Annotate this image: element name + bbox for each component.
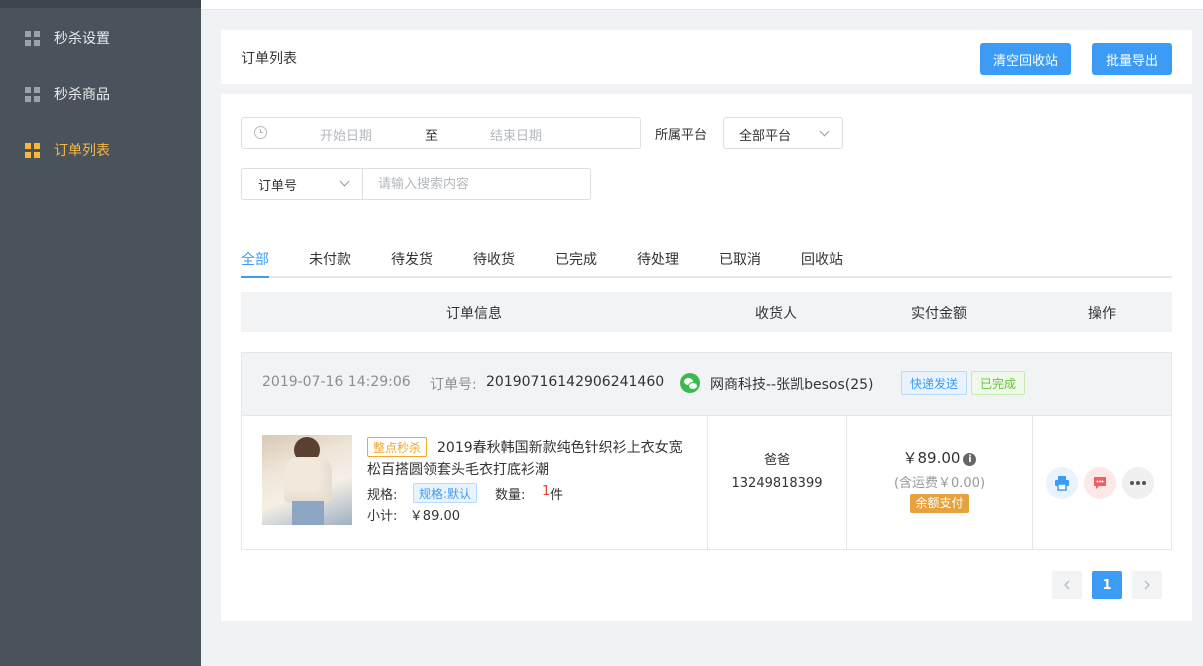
subtotal-label: 小计: bbox=[367, 509, 398, 524]
flash-sale-tag: 整点秒杀 bbox=[367, 437, 428, 457]
order-list-panel: 开始日期 至 结束日期 所属平台 全部平台 订单号 全部 未付款 待发货 待收货… bbox=[221, 94, 1192, 621]
clock-icon bbox=[254, 126, 267, 139]
quantity-label: 数量: bbox=[495, 488, 526, 503]
platform-select-value: 全部平台 bbox=[739, 129, 792, 144]
col-actions: 操作 bbox=[1088, 306, 1116, 322]
shipping-fee: (含运费￥0.00) bbox=[893, 476, 986, 491]
search-input[interactable] bbox=[364, 169, 590, 199]
prev-page-button[interactable] bbox=[1052, 571, 1082, 599]
batch-export-button[interactable]: 批量导出 bbox=[1092, 43, 1172, 75]
grid-icon bbox=[25, 86, 40, 102]
sidebar-top-strip bbox=[0, 0, 201, 8]
date-range-picker[interactable]: 开始日期 至 结束日期 bbox=[241, 117, 641, 149]
order-status-tabs: 全部 未付款 待发货 待收货 已完成 待处理 已取消 回收站 bbox=[241, 244, 1172, 278]
tab-cancelled[interactable]: 已取消 bbox=[719, 249, 761, 269]
receiver-name: 爸爸 bbox=[763, 453, 790, 468]
spec-value-tag: 规格:默认 bbox=[413, 483, 478, 503]
amount-cell: ￥89.00 i (含运费￥0.00) 余额支付 bbox=[847, 447, 1032, 513]
table-header: 订单信息 收货人 实付金额 操作 bbox=[241, 292, 1172, 332]
top-bar bbox=[201, 0, 1203, 10]
tab-recycle-bin[interactable]: 回收站 bbox=[801, 249, 843, 269]
tab-to-ship[interactable]: 待发货 bbox=[391, 249, 433, 269]
tab-all[interactable]: 全部 bbox=[241, 249, 269, 269]
next-page-button[interactable] bbox=[1132, 571, 1162, 599]
start-date-input[interactable]: 开始日期 bbox=[320, 125, 372, 144]
receiver-phone: 13249818399 bbox=[731, 476, 823, 491]
chevron-right-icon bbox=[1144, 580, 1150, 590]
subtotal: 小计: ￥89.00 bbox=[367, 505, 460, 524]
sidebar-item-label: 订单列表 bbox=[54, 143, 110, 159]
more-icon bbox=[1130, 481, 1146, 485]
sidebar-item-flash-settings[interactable]: 秒杀设置 bbox=[0, 16, 201, 60]
more-button[interactable] bbox=[1122, 467, 1154, 499]
order-time: 2019-07-16 14:29:06 bbox=[262, 374, 411, 390]
search-type-value: 订单号 bbox=[258, 179, 298, 194]
delivery-tag: 快递发送 bbox=[901, 371, 968, 395]
status-badge: 已完成 bbox=[971, 371, 1026, 395]
col-order-info: 订单信息 bbox=[446, 306, 502, 322]
spec-label: 规格: bbox=[367, 488, 398, 503]
payment-method-badge: 余额支付 bbox=[910, 494, 969, 513]
info-icon[interactable]: i bbox=[963, 453, 977, 466]
quantity-unit: 件 bbox=[550, 488, 564, 503]
grid-icon bbox=[25, 142, 40, 158]
tab-completed[interactable]: 已完成 bbox=[555, 249, 597, 269]
col-paid-amount: 实付金额 bbox=[911, 306, 967, 322]
date-range-separator: 至 bbox=[425, 129, 439, 144]
page-button-current[interactable]: 1 bbox=[1092, 571, 1122, 599]
paid-amount: ￥89.00 bbox=[902, 449, 961, 467]
chevron-down-icon bbox=[819, 126, 830, 137]
platform-select[interactable]: 全部平台 bbox=[723, 117, 843, 149]
message-icon bbox=[1094, 477, 1106, 489]
order-row-header: 2019-07-16 14:29:06 订单号: 201907161429062… bbox=[242, 353, 1171, 416]
tab-to-receive[interactable]: 待收货 bbox=[473, 249, 515, 269]
order-no: 20190716142906241460 bbox=[486, 374, 665, 390]
product-image[interactable] bbox=[262, 435, 352, 525]
grid-icon bbox=[25, 30, 40, 46]
tab-pending[interactable]: 待处理 bbox=[637, 249, 679, 269]
cell-divider bbox=[1032, 416, 1033, 549]
page-header: 订单列表 清空回收站 批量导出 bbox=[221, 30, 1192, 84]
printer-icon bbox=[1055, 476, 1069, 491]
active-tab-indicator bbox=[241, 276, 269, 278]
order-no-label: 订单号: bbox=[430, 377, 477, 393]
chevron-down-icon bbox=[339, 176, 350, 187]
page-title: 订单列表 bbox=[241, 51, 297, 67]
sidebar-item-label: 秒杀商品 bbox=[54, 87, 110, 103]
search-type-select[interactable]: 订单号 bbox=[242, 169, 363, 199]
platform-label: 所属平台 bbox=[655, 128, 708, 143]
sidebar-item-flash-products[interactable]: 秒杀商品 bbox=[0, 72, 201, 116]
subtotal-value: ￥89.00 bbox=[409, 509, 461, 524]
search-group: 订单号 bbox=[241, 168, 591, 200]
chevron-left-icon bbox=[1064, 580, 1070, 590]
print-button[interactable] bbox=[1046, 467, 1078, 499]
receiver-cell: 爸爸 13249818399 bbox=[707, 449, 847, 495]
message-button[interactable] bbox=[1084, 467, 1116, 499]
sidebar: 秒杀设置 秒杀商品 订单列表 bbox=[0, 0, 201, 666]
tab-unpaid[interactable]: 未付款 bbox=[309, 249, 351, 269]
wechat-icon bbox=[680, 373, 700, 393]
order-row: 2019-07-16 14:29:06 订单号: 201907161429062… bbox=[241, 352, 1172, 550]
sidebar-item-label: 秒杀设置 bbox=[54, 31, 110, 47]
clear-recycle-button[interactable]: 清空回收站 bbox=[980, 43, 1071, 75]
col-receiver: 收货人 bbox=[755, 306, 797, 322]
shop-name: 网商科技--张凯besos(25) bbox=[710, 377, 874, 393]
sidebar-item-order-list[interactable]: 订单列表 bbox=[0, 128, 201, 172]
end-date-input[interactable]: 结束日期 bbox=[490, 125, 542, 144]
